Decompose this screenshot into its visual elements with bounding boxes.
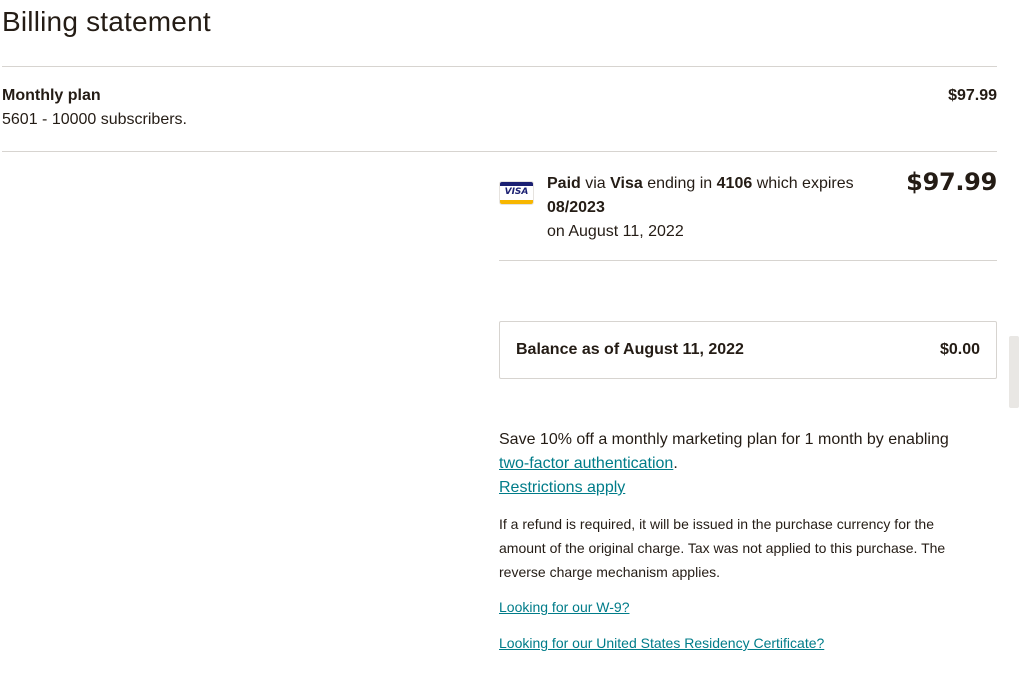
refund-note: If a refund is required, it will be issu… <box>499 516 946 580</box>
payment-expires-text: which expires <box>756 175 854 192</box>
card-last4: 4106 <box>716 175 753 192</box>
card-brand: Visa <box>610 175 643 192</box>
divider <box>2 151 997 152</box>
visa-card-mark: VISA <box>504 187 529 197</box>
balance-value: $0.00 <box>939 341 980 358</box>
divider <box>2 66 997 67</box>
two-factor-auth-link[interactable]: two-factor authentication <box>499 455 673 472</box>
payment-amount: $97.99 <box>906 168 997 196</box>
payment-details: Paid via Visa ending in 4106 which expir… <box>547 172 887 244</box>
payment-summary-line: Paid via Visa ending in 4106 which expir… <box>547 172 887 220</box>
restrictions-apply-link[interactable]: Restrictions apply <box>499 479 625 496</box>
payment-date: on August 11, 2022 <box>547 223 684 240</box>
plan-price: $97.99 <box>948 87 997 104</box>
divider <box>499 260 997 261</box>
w9-link-wrapper: Looking for our W-9? <box>499 597 629 617</box>
payment-ending-text: ending in <box>647 175 713 192</box>
w9-link[interactable]: Looking for our W-9? <box>499 599 629 615</box>
balance-box: Balance as of August 11, 2022 $0.00 <box>499 321 997 379</box>
visa-card-stripe-bottom <box>500 200 533 204</box>
payment-status: Paid <box>547 175 581 192</box>
plan-description: 5601 - 10000 subscribers. <box>2 111 187 128</box>
payment-via-text: via <box>585 175 606 192</box>
scrollbar-thumb[interactable] <box>1009 336 1019 408</box>
promo-text: Save 10% off a monthly marketing plan fo… <box>499 431 949 448</box>
plan-name: Monthly plan <box>2 87 101 104</box>
visa-card-icon: VISA <box>499 181 534 205</box>
visa-card-stripe-top <box>500 182 533 186</box>
residency-link-wrapper: Looking for our United States Residency … <box>499 633 824 653</box>
page-title: Billing statement <box>2 6 211 37</box>
residency-certificate-link[interactable]: Looking for our United States Residency … <box>499 635 824 651</box>
balance-label: Balance as of August 11, 2022 <box>516 341 744 358</box>
promo-period: . <box>673 455 678 472</box>
promo-message: Save 10% off a monthly marketing plan fo… <box>499 428 979 500</box>
card-expiry: 08/2023 <box>547 199 605 216</box>
